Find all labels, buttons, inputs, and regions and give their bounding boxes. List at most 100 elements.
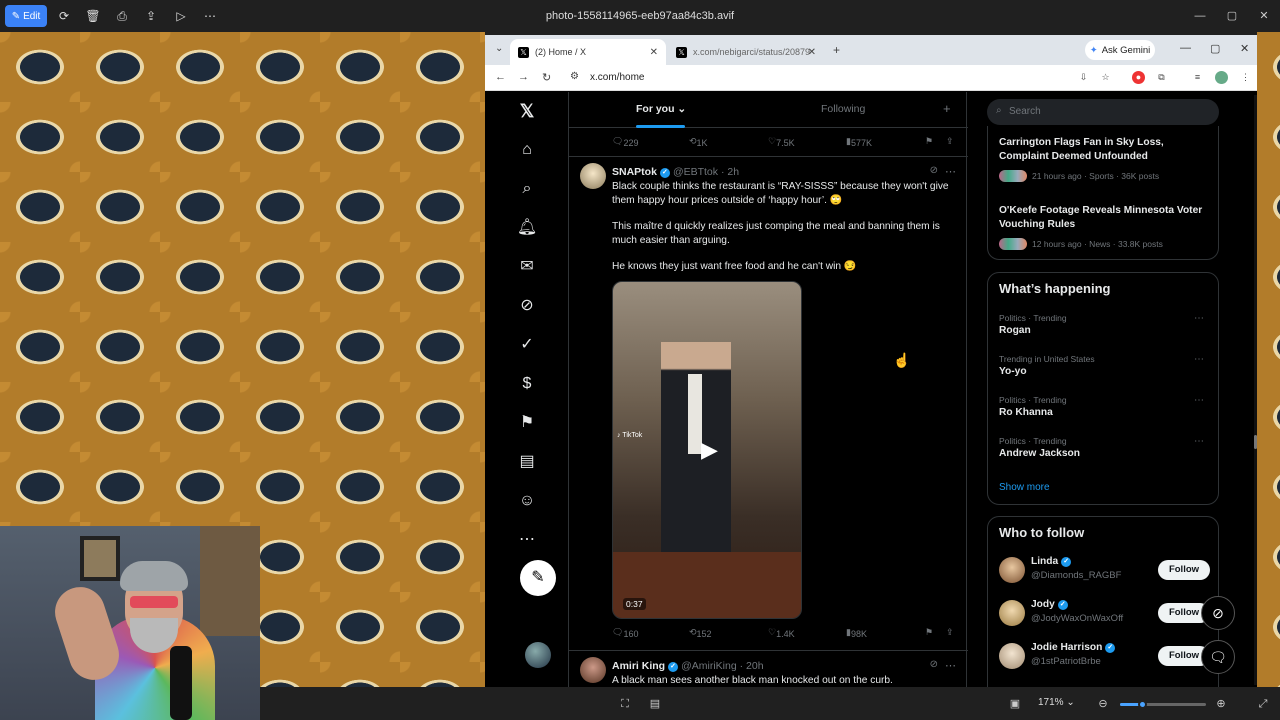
reply-button[interactable]: 🗨︎ 229	[612, 136, 638, 148]
post-snaptok[interactable]: SNAPtok ✓ @EBTtok · 2h ⊘ ⋯ Black couple th…	[569, 157, 968, 650]
install-app-icon[interactable]: ⇩	[1077, 71, 1090, 84]
post-author[interactable]: Amiri King ✓ @AmiriKing · 20h	[612, 660, 764, 672]
messages-icon[interactable]: ✉︎	[516, 256, 538, 278]
compose-post-button[interactable]: ✎	[520, 560, 556, 596]
tab-list-icon[interactable]: ⌄	[495, 43, 503, 54]
trend-more-icon[interactable]: ⋯	[1194, 436, 1204, 447]
extensions-puzzle-icon[interactable]: ⧉	[1155, 71, 1168, 84]
browser-close-icon[interactable]: ✕	[1240, 42, 1249, 55]
zoom-in-icon[interactable]: ⊕	[1214, 697, 1228, 711]
search-input[interactable]: ⌕ Search	[987, 99, 1219, 125]
avatar[interactable]	[999, 643, 1025, 669]
post-more-icon[interactable]: ⋯	[945, 659, 956, 672]
tab-home-x[interactable]: 𝕏 (2) Home / X ✕	[510, 39, 666, 65]
play-icon[interactable]: ▶	[701, 437, 718, 463]
profile-icon[interactable]: ☺	[516, 490, 538, 512]
post-amiri-king[interactable]: Amiri King ✓ @AmiriKing · 20h ⊘ ⋯ A black …	[569, 651, 968, 687]
trend-title[interactable]: O'Keefe Footage Reveals Minnesota Voter …	[999, 204, 1214, 231]
messages-fab-icon[interactable]: 🗨︎	[1201, 640, 1235, 674]
trend-title[interactable]: Carrington Flags Fan in Sky Loss, Compla…	[999, 136, 1214, 163]
repost-button[interactable]: ⟲ 152	[689, 627, 712, 639]
communities-icon[interactable]: ✓	[516, 334, 538, 356]
lists-icon[interactable]: ▤	[516, 451, 538, 473]
zoom-level[interactable]: 171% ⌄	[1038, 697, 1075, 708]
grok-post-icon[interactable]: ⊘	[930, 165, 938, 176]
back-icon[interactable]: ←	[495, 71, 506, 83]
views-button[interactable]: ▮ 577K	[846, 136, 872, 148]
share-post-icon[interactable]: ⇪	[946, 136, 954, 147]
like-button[interactable]: ♡ 7.5K	[768, 136, 795, 148]
avatar[interactable]	[580, 163, 606, 189]
trend-name[interactable]: Ro Khanna	[999, 407, 1053, 418]
ask-gemini-button[interactable]: ✦ Ask Gemini	[1085, 40, 1155, 60]
reload-icon[interactable]: ↻	[542, 71, 551, 84]
trend-name[interactable]: Andrew Jackson	[999, 448, 1080, 459]
new-tab-icon[interactable]: +	[833, 43, 840, 57]
more-icon[interactable]: ⋯	[516, 529, 538, 551]
bookmarks-icon[interactable]: ⚑	[516, 412, 538, 434]
forward-icon[interactable]: →	[518, 71, 529, 83]
trend-name[interactable]: Rogan	[999, 325, 1031, 336]
delete-icon[interactable]: 🗑	[85, 8, 101, 24]
follow-button[interactable]: Follow	[1158, 560, 1210, 580]
fullscreen-icon[interactable]: ⤢	[1256, 697, 1270, 711]
more-options-icon[interactable]: ⋯	[202, 8, 218, 24]
post-author[interactable]: SNAPtok ✓ @EBTtok · 2h	[612, 166, 739, 178]
views-button[interactable]: ▮ 98K	[846, 627, 867, 639]
follow-name[interactable]: Linda ✓	[1031, 556, 1074, 567]
url-field[interactable]: x.com/home	[590, 72, 644, 83]
x-logo-icon[interactable]: 𝕏	[516, 100, 538, 122]
bookmark-star-icon[interactable]: ☆	[1099, 71, 1112, 84]
browser-menu-icon[interactable]: ⋮	[1239, 71, 1252, 84]
grok-fab-icon[interactable]: ⊘	[1201, 596, 1235, 630]
minimize-icon[interactable]: —	[1192, 8, 1208, 24]
page-scrollbar[interactable]	[1254, 95, 1257, 685]
info-icon[interactable]: ▤	[648, 697, 662, 711]
show-more-link[interactable]: Show more	[999, 482, 1050, 493]
grok-post-icon[interactable]: ⊘	[930, 659, 938, 670]
notifications-bell-icon[interactable]: 🔔︎	[516, 217, 538, 239]
account-avatar[interactable]	[525, 642, 551, 668]
tab-close-icon[interactable]: ✕	[808, 47, 816, 58]
close-icon[interactable]: ✕	[1256, 8, 1272, 24]
explore-search-icon[interactable]: ⌕	[516, 178, 538, 200]
add-tab-icon[interactable]: +	[943, 101, 951, 116]
avatar[interactable]	[580, 657, 606, 683]
scrollbar-thumb[interactable]	[1254, 435, 1257, 449]
trend-more-icon[interactable]: ⋯	[1194, 354, 1204, 365]
home-icon[interactable]: ⌂	[516, 139, 538, 161]
post-more-icon[interactable]: ⋯	[945, 165, 956, 178]
trend-more-icon[interactable]: ⋯	[1194, 313, 1204, 324]
tab-status[interactable]: 𝕏x.com/nebigarci/status/208796 ✕	[668, 39, 824, 65]
maximize-icon[interactable]: ▢	[1224, 8, 1240, 24]
trend-name[interactable]: Yo-yo	[999, 366, 1027, 377]
follow-name[interactable]: Jodie Harrison ✓	[1031, 642, 1118, 653]
tab-close-icon[interactable]: ✕	[650, 47, 658, 58]
extension-icon[interactable]: ●	[1132, 71, 1145, 84]
site-info-icon[interactable]: ⚙	[570, 71, 579, 82]
like-button[interactable]: ♡ 1.4K	[768, 627, 795, 639]
trend-more-icon[interactable]: ⋯	[1194, 395, 1204, 406]
reading-list-icon[interactable]: ≡	[1191, 71, 1204, 84]
zoom-slider-knob[interactable]	[1137, 700, 1147, 709]
slideshow-icon[interactable]: ▷	[173, 8, 189, 24]
share-post-icon[interactable]: ⇪	[946, 627, 954, 638]
tab-following[interactable]: Following	[821, 103, 865, 115]
monetization-icon[interactable]: $	[516, 373, 538, 395]
browser-minimize-icon[interactable]: —	[1180, 42, 1191, 54]
post-video[interactable]: ♪ TikTok ▶ 0:37	[612, 281, 802, 619]
rotate-icon[interactable]: ⟳	[56, 8, 72, 24]
grok-icon[interactable]: ⊘	[516, 295, 538, 317]
avatar[interactable]	[999, 557, 1025, 583]
bookmark-icon[interactable]: ⚑	[925, 136, 933, 147]
zoom-slider[interactable]	[1120, 700, 1206, 709]
edit-button[interactable]: ✎ Edit	[5, 5, 47, 27]
profile-avatar[interactable]	[1215, 71, 1228, 84]
reply-button[interactable]: 🗨︎ 160	[612, 627, 638, 639]
follow-name[interactable]: Jody ✓	[1031, 599, 1071, 610]
actual-size-icon[interactable]: ▣	[1008, 697, 1022, 711]
bookmark-icon[interactable]: ⚑	[925, 627, 933, 638]
zoom-out-icon[interactable]: ⊖	[1096, 697, 1110, 711]
avatar[interactable]	[999, 600, 1025, 626]
tab-for-you[interactable]: For you ⌄	[636, 103, 686, 115]
